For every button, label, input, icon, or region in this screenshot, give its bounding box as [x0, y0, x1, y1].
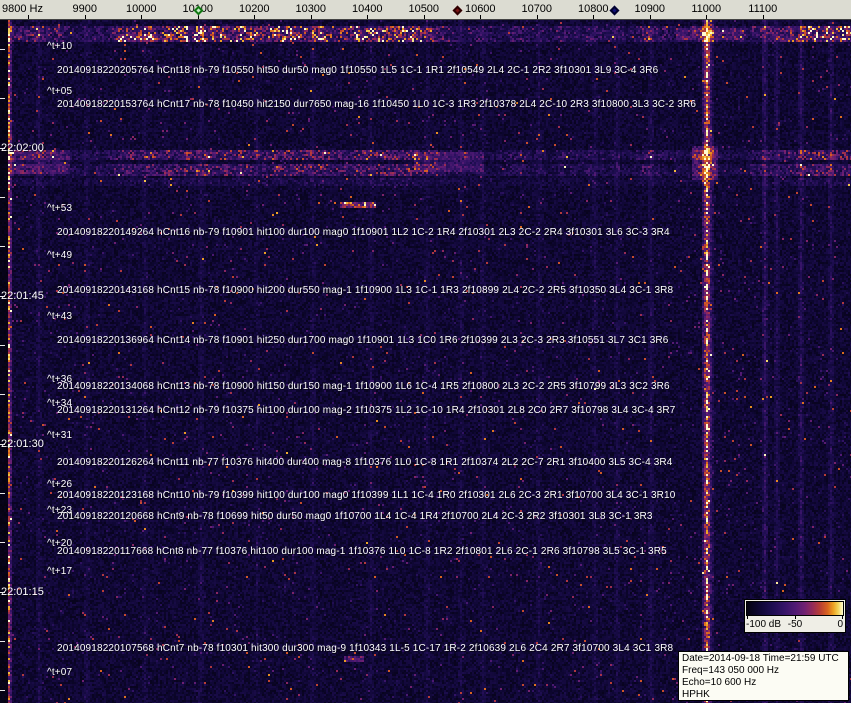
time-tick-mark [0, 98, 5, 99]
echo-time-marker: ^t+43 [47, 311, 72, 322]
colorbar-gradient [746, 601, 844, 616]
time-tick-mark [0, 592, 5, 593]
colorbar-mid-label: -50 [788, 619, 802, 630]
info-line-frequency: Freq=143 050 000 Hz [682, 665, 845, 677]
info-line-date-time: Date=2014-09-18 Time=21:59 UTC [682, 653, 845, 665]
spectrogram-app-window: 9800 Hz990010000101001020010300104001050… [0, 0, 851, 703]
freq-tick-label: 11000 [691, 3, 721, 15]
echo-time-marker: ^t+05 [47, 86, 72, 97]
time-tick-mark [0, 394, 5, 395]
echo-time-marker: ^t+07 [47, 667, 72, 678]
detection-log-line: 20140918220134068 hCnt13 nb-78 f10900 hi… [57, 381, 670, 392]
echo-time-marker: ^t+49 [47, 250, 72, 261]
freq-tick-mark [367, 15, 368, 19]
time-tick-mark [0, 246, 5, 247]
freq-tick-mark [650, 15, 651, 19]
detection-log-line: 20140918220205764 hCnt18 nb-79 f10550 hi… [57, 65, 658, 76]
echo-time-marker: ^t+10 [47, 41, 72, 52]
time-tick-mark [0, 641, 5, 642]
detection-log-line: 20140918220117668 hCnt8 nb-77 f10376 hit… [57, 546, 667, 557]
blue-marker-diamond[interactable] [609, 6, 619, 16]
freq-tick-mark [311, 15, 312, 19]
time-tick-mark [0, 493, 5, 494]
detection-log-line: 20140918220153764 hCnt17 nb-78 f10450 hi… [57, 99, 696, 110]
freq-tick-mark [141, 15, 142, 19]
red-marker-diamond[interactable] [452, 6, 462, 16]
time-axis-label: 22:01:45 [1, 290, 44, 302]
echo-time-marker: ^t+53 [47, 203, 72, 214]
info-line-station: HPHK [682, 689, 845, 701]
freq-tick-mark [706, 15, 707, 19]
time-tick-mark [0, 345, 5, 346]
time-tick-mark [0, 542, 5, 543]
time-tick-mark [0, 49, 5, 50]
time-axis-label: 22:01:15 [1, 586, 44, 598]
freq-tick-mark [85, 15, 86, 19]
freq-tick-label: 10600 [465, 3, 496, 15]
echo-time-marker: ^t+31 [47, 430, 72, 441]
time-tick-mark [0, 444, 5, 445]
freq-tick-label: 9900 [73, 3, 97, 15]
freq-tick-label: 10700 [521, 3, 552, 15]
status-info-box: Date=2014-09-18 Time=21:59 UTC Freq=143 … [678, 651, 849, 701]
freq-tick-mark [763, 15, 764, 19]
freq-tick-label: 10200 [239, 3, 270, 15]
time-tick-mark [0, 148, 5, 149]
freq-tick-mark [424, 15, 425, 19]
detection-log-line: 20140918220123168 hCnt10 nb-79 f10399 hi… [57, 490, 675, 501]
detection-log-line: 20140918220143168 hCnt15 nb-78 f10900 hi… [57, 285, 673, 296]
frequency-axis: 9800 Hz990010000101001020010300104001050… [0, 0, 851, 20]
time-tick-mark [0, 296, 5, 297]
freq-tick-mark [480, 15, 481, 19]
time-tick-mark [0, 197, 5, 198]
colorbar: -100 dB -50 0 [744, 599, 846, 633]
freq-tick-mark [593, 15, 594, 19]
colorbar-max-label: 0 [837, 619, 843, 630]
echo-time-marker: ^t+17 [47, 566, 72, 577]
freq-tick-label: 10800 [578, 3, 609, 15]
detection-log-line: 20140918220120668 hCnt9 nb-78 f10699 hit… [57, 511, 653, 522]
freq-tick-label: 11100 [748, 3, 777, 15]
colorbar-labels: -100 dB -50 0 [746, 619, 844, 631]
time-axis-label: 22:01:30 [1, 438, 44, 450]
freq-tick-label: 10300 [295, 3, 326, 15]
freq-tick-mark [28, 15, 29, 19]
time-axis-label: 22:02:00 [1, 142, 44, 154]
freq-tick-label: 10500 [408, 3, 439, 15]
detection-log-line: 20140918220131264 hCnt12 nb-79 f10375 hi… [57, 405, 675, 416]
detection-log-line: 20140918220107568 hCnt7 nb-78 f10301 hit… [57, 643, 673, 654]
freq-tick-mark [537, 15, 538, 19]
colorbar-min-label: -100 dB [746, 619, 781, 630]
detection-log-line: 20140918220149264 hCnt16 nb-79 f10901 hi… [57, 227, 670, 238]
freq-tick-label: 10000 [126, 3, 157, 15]
info-line-echo: Echo=10 600 Hz [682, 677, 845, 689]
detection-log-line: 20140918220136964 hCnt14 nb-78 f10901 hi… [57, 335, 669, 346]
echo-time-marker: ^t+26 [47, 479, 72, 490]
freq-tick-label: 10900 [634, 3, 665, 15]
freq-tick-mark [254, 15, 255, 19]
detection-log-line: 20140918220126264 hCnt11 nb-77 f10376 hi… [57, 457, 673, 468]
freq-tick-label: 10400 [352, 3, 383, 15]
freq-tick-label: 9800 Hz [2, 3, 43, 15]
time-tick-mark [0, 690, 5, 691]
